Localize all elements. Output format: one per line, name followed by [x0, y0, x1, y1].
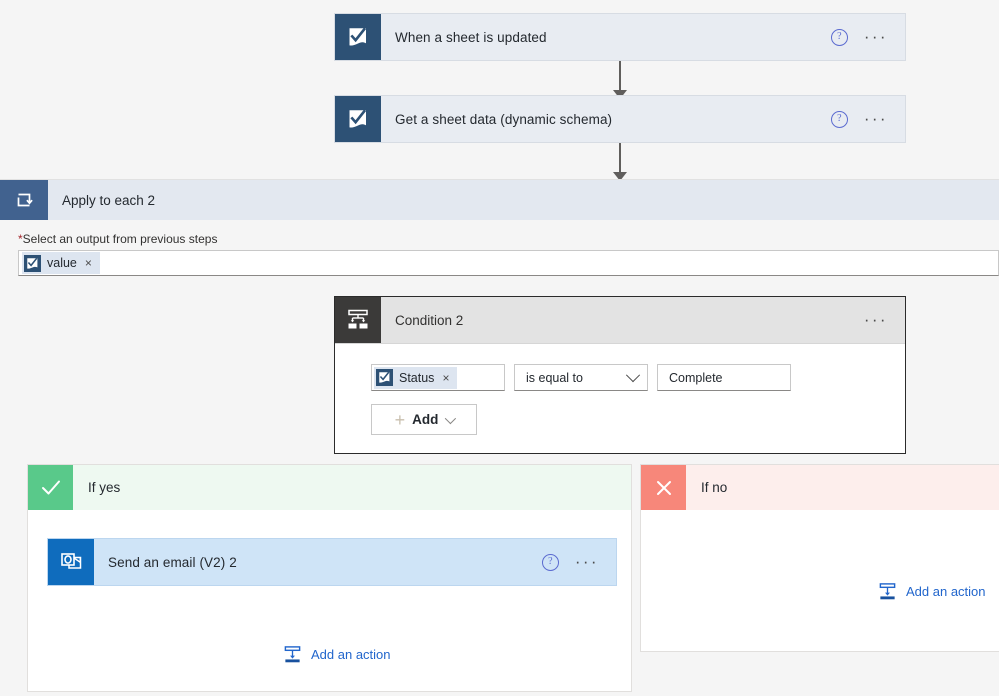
add-action-label: Add an action	[906, 584, 986, 599]
action-card-send-email[interactable]: Send an email (V2) 2 ? ···	[47, 538, 617, 586]
checkmark-icon	[28, 465, 73, 510]
token-label: value	[47, 256, 77, 270]
overflow-menu-icon[interactable]: ···	[864, 110, 888, 127]
overflow-menu-icon[interactable]: ···	[864, 311, 888, 328]
smartsheet-icon	[24, 254, 41, 272]
scope-title: Apply to each 2	[62, 192, 156, 208]
token-label: Status	[399, 370, 435, 385]
smartsheet-icon	[376, 369, 393, 386]
add-condition-button[interactable]: + Add	[371, 404, 477, 435]
action-title: Get a sheet data (dynamic schema)	[395, 111, 613, 127]
action-title: Send an email (V2) 2	[108, 554, 237, 570]
outlook-icon	[48, 539, 94, 585]
operator-value: is equal to	[526, 370, 583, 385]
chevron-down-icon	[445, 412, 457, 424]
add-an-action-link-no[interactable]: Add an action	[878, 582, 986, 601]
action-card-get-sheet-data[interactable]: Get a sheet data (dynamic schema) ? ···	[334, 95, 906, 143]
branch-yes-label: If yes	[88, 480, 121, 495]
connector-line	[619, 143, 621, 173]
scope-header[interactable]: Apply to each 2	[0, 180, 999, 220]
branch-no-header: If no	[641, 465, 999, 510]
token-chip-status[interactable]: Status ×	[374, 366, 458, 389]
trigger-title: When a sheet is updated	[395, 29, 547, 45]
smartsheet-icon	[335, 14, 381, 60]
help-icon[interactable]: ?	[830, 110, 848, 128]
condition-header[interactable]: Condition 2 ···	[335, 297, 905, 344]
close-icon[interactable]: ×	[442, 371, 449, 385]
condition-body: Status × is equal to Complete + Add	[335, 344, 905, 453]
condition-operator-select[interactable]: is equal to	[514, 364, 648, 391]
branch-no-label: If no	[701, 480, 728, 495]
chevron-down-icon	[625, 367, 641, 382]
plus-icon: +	[394, 409, 406, 430]
condition-branch-icon	[335, 297, 381, 343]
close-icon[interactable]: ×	[85, 256, 92, 270]
field-label-text: Select an output from previous steps	[22, 232, 218, 246]
token-chip-value[interactable]: value ×	[22, 252, 100, 274]
trigger-actions: ? ···	[830, 14, 905, 60]
action-card-actions: ? ···	[541, 539, 616, 585]
branch-if-no: If no Add an action	[640, 464, 999, 652]
scope-output-input[interactable]: value ×	[18, 250, 999, 276]
add-action-label: Add an action	[311, 647, 391, 662]
add-an-action-link-yes[interactable]: Add an action	[283, 645, 391, 664]
help-icon[interactable]: ?	[541, 553, 559, 571]
overflow-menu-icon[interactable]: ···	[575, 553, 599, 570]
condition-box: Condition 2 ··· Status × is equal to Com…	[334, 296, 906, 454]
condition-title: Condition 2	[395, 312, 464, 328]
branch-if-yes: If yes Send an email (V2) 2 ? ··· Add an…	[27, 464, 632, 692]
smartsheet-icon	[335, 96, 381, 142]
condition-actions: ···	[864, 297, 905, 343]
connector-arrow-1	[608, 61, 632, 99]
branch-yes-header: If yes	[28, 465, 631, 510]
help-icon[interactable]: ?	[830, 28, 848, 46]
condition-left-operand-input[interactable]: Status ×	[371, 364, 505, 391]
condition-expression-row: Status × is equal to Complete	[371, 364, 905, 391]
action-card-actions: ? ···	[830, 96, 905, 142]
add-button-label: Add	[412, 412, 439, 427]
connector-line	[619, 61, 621, 91]
loop-icon	[0, 180, 48, 220]
overflow-menu-icon[interactable]: ···	[864, 28, 888, 45]
condition-value-input[interactable]: Complete	[657, 364, 791, 391]
cross-icon	[641, 465, 686, 510]
connector-arrow-2	[608, 143, 632, 181]
insert-action-icon	[878, 582, 897, 601]
scope-field-label: *Select an output from previous steps	[0, 220, 999, 250]
insert-action-icon	[283, 645, 302, 664]
trigger-card[interactable]: When a sheet is updated ? ···	[334, 13, 906, 61]
